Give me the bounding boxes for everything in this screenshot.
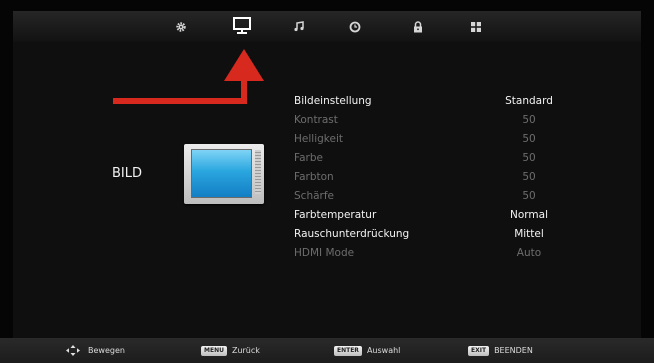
setting-value: 50 — [522, 114, 536, 126]
tab-settings[interactable] — [164, 11, 198, 42]
hint-back: MENU Zurück — [201, 345, 260, 356]
setting-label: Helligkeit — [294, 133, 343, 145]
hint-exit: EXIT BEENDEN — [468, 345, 533, 356]
tab-sound[interactable] — [282, 11, 316, 42]
setting-label: Schärfe — [294, 190, 335, 202]
setting-row-helligkeit: Helligkeit 50 — [294, 130, 594, 149]
hint-move-label: Bewegen — [88, 346, 125, 355]
dpad-arrows-icon — [66, 345, 80, 356]
setting-value: 50 — [522, 152, 536, 164]
setting-value: 50 — [522, 190, 536, 202]
setting-label: Farbton — [294, 171, 334, 183]
menu-key-icon: MENU — [201, 345, 227, 356]
music-note-icon — [293, 21, 304, 32]
setting-value: Auto — [516, 247, 542, 259]
hint-select: ENTER Auswahl — [334, 345, 400, 356]
button-hint-bar: Bewegen MENU Zurück ENTER Auswahl EXIT B… — [0, 338, 654, 363]
clock-icon — [349, 21, 361, 32]
exit-key-icon: EXIT — [468, 345, 490, 356]
hint-exit-label: BEENDEN — [494, 346, 533, 355]
setting-row-farbe: Farbe 50 — [294, 149, 594, 168]
tab-time[interactable] — [338, 11, 372, 42]
tab-picture[interactable] — [225, 9, 259, 42]
settings-list: Bildeinstellung Standard Kontrast 50 Hel… — [294, 92, 594, 263]
setting-value: Mittel — [514, 228, 544, 240]
hint-select-label: Auswahl — [366, 346, 401, 355]
setting-row-farbton: Farbton 50 — [294, 168, 594, 187]
enter-key-icon: ENTER — [334, 345, 362, 356]
setting-value: 50 — [522, 133, 536, 145]
picture-menu-panel: BILD Bildeinstellung Standard Kontrast 5… — [13, 42, 641, 338]
lock-icon — [414, 20, 422, 32]
setting-label: Farbtemperatur — [294, 209, 377, 221]
tab-apps[interactable] — [459, 11, 493, 42]
menu-tab-bar — [13, 11, 641, 43]
setting-label: Farbe — [294, 152, 323, 164]
setting-row-farbtemperatur[interactable]: Farbtemperatur Normal — [294, 206, 594, 225]
setting-label: Bildeinstellung — [294, 95, 372, 107]
setting-row-hdmi-mode: HDMI Mode Auto — [294, 244, 594, 263]
setting-value: Normal — [510, 209, 548, 221]
setting-row-schaerfe: Schärfe 50 — [294, 187, 594, 206]
gear-icon — [176, 21, 186, 32]
setting-label: Rauschunterdrückung — [294, 228, 410, 240]
setting-value: 50 — [522, 171, 536, 183]
setting-label: HDMI Mode — [294, 247, 355, 259]
hint-move: Bewegen — [63, 345, 125, 356]
hint-back-label: Zurück — [231, 346, 260, 355]
setting-value: Standard — [505, 95, 553, 107]
tab-lock[interactable] — [401, 11, 435, 42]
setting-row-bildeinstellung[interactable]: Bildeinstellung Standard — [294, 92, 594, 111]
setting-row-kontrast: Kontrast 50 — [294, 111, 594, 130]
monitor-icon — [233, 17, 251, 34]
setting-row-rauschunterdrueckung[interactable]: Rauschunterdrückung Mittel — [294, 225, 594, 244]
setting-label: Kontrast — [294, 114, 338, 126]
tv-picture-icon — [184, 144, 264, 204]
menu-title: BILD — [112, 166, 143, 181]
grid-icon — [471, 21, 481, 32]
